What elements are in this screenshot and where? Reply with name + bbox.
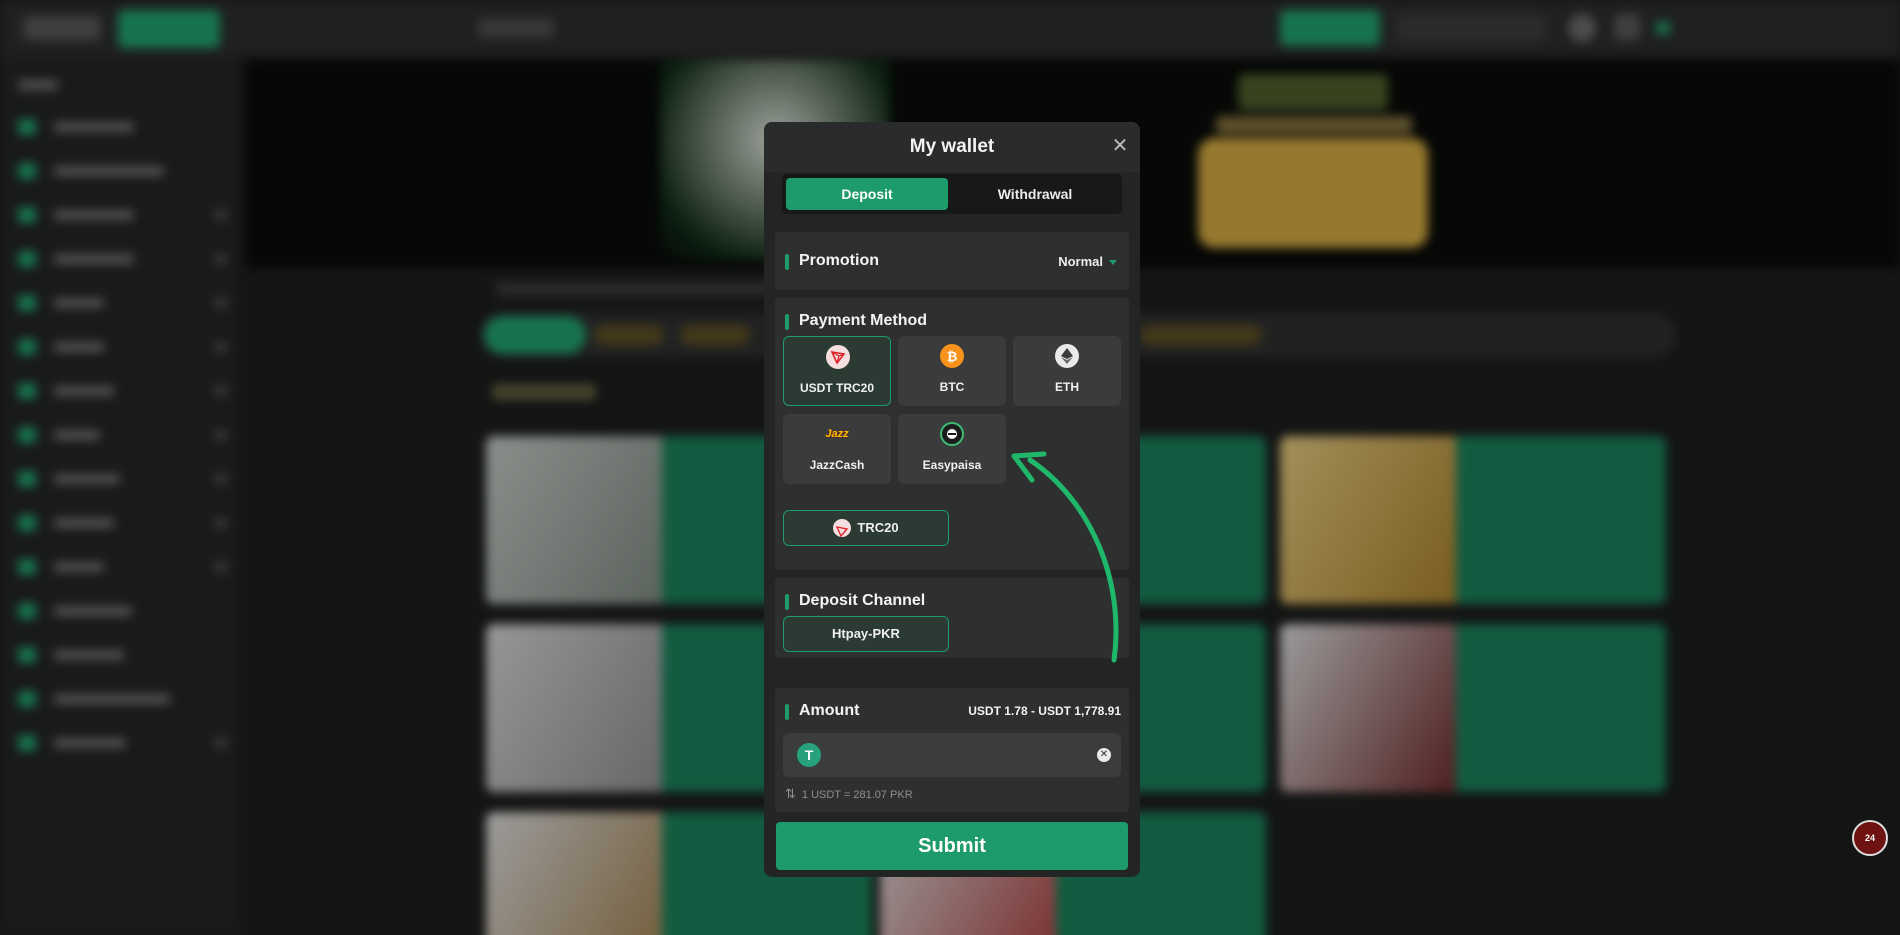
bitcoin-icon: ₿ bbox=[940, 344, 964, 368]
payment-option-label: JazzCash bbox=[809, 458, 865, 472]
easypaisa-icon bbox=[940, 422, 964, 446]
amount-input-wrapper: T ✕ bbox=[783, 733, 1121, 777]
exchange-rate: ⇅ 1 USDT = 281.07 PKR bbox=[785, 786, 913, 802]
tab-deposit[interactable]: Deposit bbox=[786, 178, 948, 210]
promotion-select[interactable]: Normal bbox=[1058, 254, 1117, 269]
swap-icon: ⇅ bbox=[785, 786, 796, 801]
payment-option-easypaisa[interactable]: Easypaisa bbox=[898, 414, 1006, 484]
annotation-arrow-icon bbox=[1011, 451, 1119, 663]
deposit-channel-label: Deposit Channel bbox=[785, 592, 925, 610]
support-badge: 24 bbox=[1864, 833, 1875, 843]
payment-option-label: ETH bbox=[1055, 380, 1079, 394]
chevron-down-icon bbox=[1109, 260, 1117, 266]
modal-header: My wallet ✕ bbox=[764, 122, 1140, 172]
modal-title: My wallet bbox=[909, 136, 995, 157]
amount-range: USDT 1.78 - USDT 1,778.91 bbox=[968, 704, 1121, 718]
payment-method-label: Payment Method bbox=[785, 312, 927, 330]
tab-withdrawal[interactable]: Withdrawal bbox=[952, 178, 1118, 210]
payment-option-label: Easypaisa bbox=[922, 458, 982, 472]
promotion-section: Promotion Normal bbox=[775, 232, 1129, 290]
payment-option-eth[interactable]: ETH bbox=[1013, 336, 1121, 406]
wallet-tabs: Deposit Withdrawal bbox=[782, 174, 1122, 214]
amount-input[interactable] bbox=[823, 741, 1083, 769]
payment-option-label: BTC bbox=[939, 380, 965, 394]
payment-option-jazzcash[interactable]: Jazz JazzCash bbox=[783, 414, 891, 484]
payment-option-label: USDT TRC20 bbox=[799, 381, 874, 395]
tron-icon bbox=[826, 345, 850, 369]
promotion-label: Promotion bbox=[785, 252, 879, 270]
tron-icon bbox=[833, 518, 852, 537]
jazzcash-icon: Jazz bbox=[825, 428, 849, 440]
network-label: TRC20 bbox=[857, 520, 899, 535]
payment-option-btc[interactable]: ₿ BTC bbox=[898, 336, 1006, 406]
exchange-rate-text: 1 USDT = 281.07 PKR bbox=[801, 789, 913, 801]
close-icon[interactable]: ✕ bbox=[1110, 136, 1130, 156]
amount-section: Amount USDT 1.78 - USDT 1,778.91 T ✕ ⇅ 1 … bbox=[775, 688, 1129, 812]
clear-icon[interactable]: ✕ bbox=[1097, 748, 1111, 762]
ethereum-icon bbox=[1055, 344, 1079, 368]
payment-option-usdt-trc20[interactable]: USDT TRC20 bbox=[783, 336, 891, 406]
promotion-value: Normal bbox=[1058, 254, 1103, 269]
deposit-channel-chip[interactable]: Htpay-PKR bbox=[783, 616, 949, 652]
submit-button[interactable]: Submit bbox=[776, 822, 1128, 870]
network-trc20-chip[interactable]: TRC20 bbox=[783, 510, 949, 546]
tether-icon: T bbox=[797, 743, 821, 767]
amount-label: Amount bbox=[785, 702, 859, 720]
support-chat-button[interactable]: 24 bbox=[1852, 820, 1888, 856]
